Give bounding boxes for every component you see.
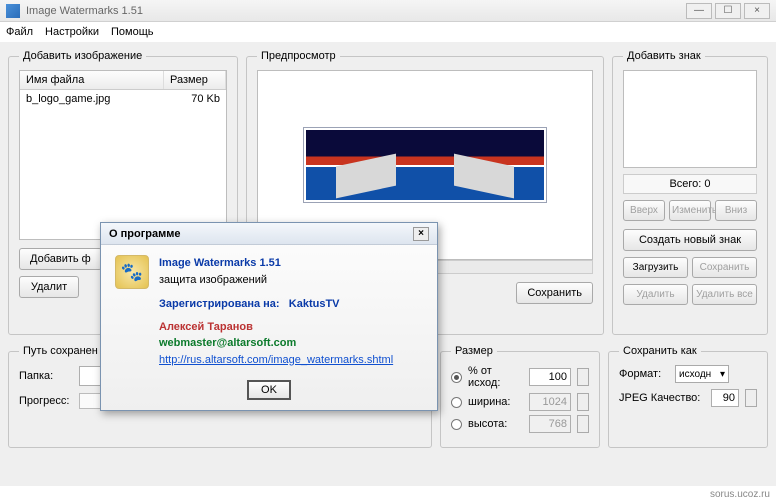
width-label: ширина: <box>468 396 523 408</box>
col-header-name[interactable]: Имя файла <box>20 71 164 89</box>
save-as-legend: Сохранить как <box>619 345 701 357</box>
file-list[interactable]: Имя файла Размер b_logo_game.jpg 70 Kb <box>19 70 227 240</box>
delete-file-button[interactable]: Удалит <box>19 276 79 298</box>
create-mark-button[interactable]: Создать новый знак <box>623 229 757 251</box>
close-icon[interactable]: × <box>744 3 770 19</box>
menubar: Файл Настройки Помощь <box>0 22 776 42</box>
preview-save-button[interactable]: Сохранить <box>516 282 593 304</box>
save-marks-button[interactable]: Сохранить <box>692 257 757 278</box>
folder-label: Папка: <box>19 370 73 382</box>
registered-to: KaktusTV <box>289 298 340 310</box>
add-file-button[interactable]: Добавить ф <box>19 248 102 270</box>
delete-all-marks-button[interactable]: Удалить все <box>692 284 757 305</box>
spin-icon[interactable] <box>577 368 589 386</box>
about-app-name: Image Watermarks 1.51 <box>159 255 393 272</box>
jpeg-quality-label: JPEG Качество: <box>619 392 705 404</box>
page-watermark: sorus.ucoz.ru <box>710 489 770 500</box>
about-link[interactable]: http://rus.altarsoft.com/image_watermark… <box>159 352 393 369</box>
progress-label: Прогресс: <box>19 395 73 407</box>
radio-height[interactable] <box>451 419 462 430</box>
registered-label: Зарегистрирована на: <box>159 298 280 310</box>
minimize-icon[interactable]: — <box>686 3 712 19</box>
save-path-legend: Путь сохранен <box>19 345 102 357</box>
radio-width[interactable] <box>451 397 462 408</box>
width-input[interactable] <box>529 393 571 411</box>
add-mark-legend: Добавить знак <box>623 50 705 62</box>
window-titlebar: Image Watermarks 1.51 — ☐ × <box>0 0 776 22</box>
menu-settings[interactable]: Настройки <box>45 26 99 38</box>
pct-src-label: % от исход: <box>468 365 523 389</box>
menu-help[interactable]: Помощь <box>111 26 154 38</box>
size-group: Размер % от исход: ширина: высота: <box>440 345 600 448</box>
about-ok-button[interactable]: OK <box>247 380 291 400</box>
app-icon <box>6 4 20 18</box>
delete-mark-button[interactable]: Удалить <box>623 284 688 305</box>
format-label: Формат: <box>619 368 669 380</box>
add-image-legend: Добавить изображение <box>19 50 146 62</box>
size-legend: Размер <box>451 345 497 357</box>
jpeg-quality-input[interactable] <box>711 389 739 407</box>
mark-total: Всего: 0 <box>623 174 757 194</box>
height-label: высота: <box>468 418 523 430</box>
about-subtitle: защита изображений <box>159 272 393 289</box>
height-input[interactable] <box>529 415 571 433</box>
file-size-cell: 70 Kb <box>164 90 226 108</box>
paw-icon: 🐾 <box>115 255 149 289</box>
spin-icon[interactable] <box>577 393 589 411</box>
table-row: b_logo_game.jpg 70 Kb <box>20 90 226 108</box>
mark-edit-button[interactable]: Изменить <box>669 200 711 221</box>
chevron-down-icon: ▾ <box>720 369 725 380</box>
save-as-group: Сохранить как Формат: исходн▾ JPEG Качес… <box>608 345 768 448</box>
preview-legend: Предпросмотр <box>257 50 340 62</box>
about-author: Алексей Таранов <box>159 319 393 336</box>
menu-file[interactable]: Файл <box>6 26 33 38</box>
add-mark-group: Добавить знак Всего: 0 Вверх Изменить Вн… <box>612 50 768 335</box>
about-dialog: О программе × 🐾 Image Watermarks 1.51 за… <box>100 222 438 411</box>
about-close-icon[interactable]: × <box>413 227 429 241</box>
about-email[interactable]: webmaster@altarsoft.com <box>159 335 393 352</box>
format-select[interactable]: исходн▾ <box>675 365 729 383</box>
about-title: О программе <box>109 228 181 240</box>
window-title: Image Watermarks 1.51 <box>26 5 143 17</box>
radio-pct-src[interactable] <box>451 372 462 383</box>
spin-icon[interactable] <box>745 389 757 407</box>
mark-down-button[interactable]: Вниз <box>715 200 757 221</box>
load-marks-button[interactable]: Загрузить <box>623 257 688 278</box>
col-header-size[interactable]: Размер <box>164 71 226 89</box>
file-name-cell[interactable]: b_logo_game.jpg <box>20 90 164 108</box>
mark-up-button[interactable]: Вверх <box>623 200 665 221</box>
spin-icon[interactable] <box>577 415 589 433</box>
preview-image <box>306 130 544 200</box>
maximize-icon[interactable]: ☐ <box>715 3 741 19</box>
pct-src-input[interactable] <box>529 368 571 386</box>
mark-list[interactable] <box>623 70 757 168</box>
